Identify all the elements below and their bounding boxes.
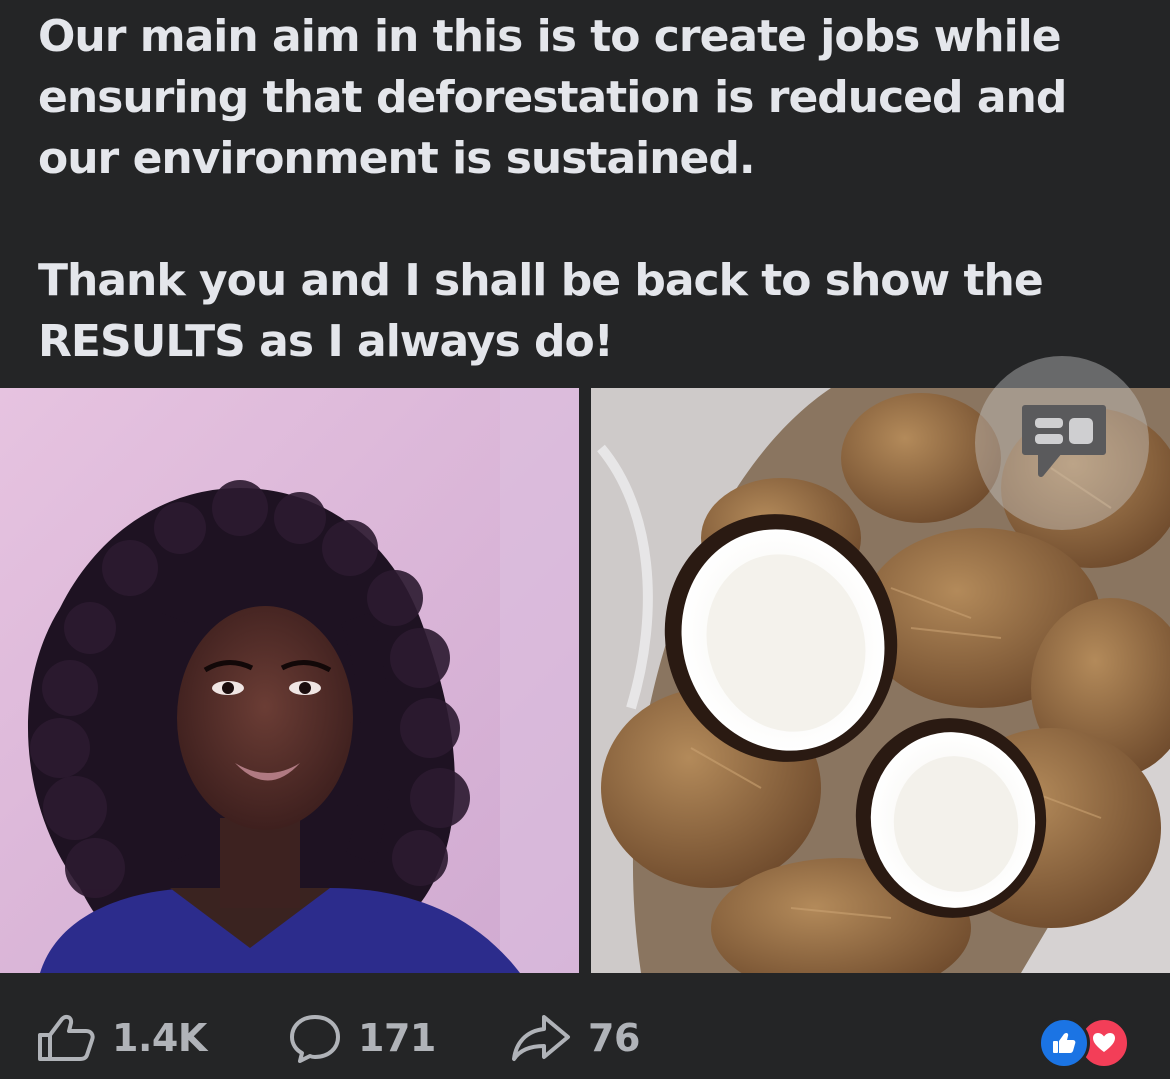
- comment-icon: [290, 1015, 340, 1063]
- like-button[interactable]: 1.4K: [36, 1013, 207, 1063]
- post-actions-bar: 1.4K 171 76: [0, 985, 1170, 1079]
- share-icon: [512, 1015, 570, 1061]
- post-paragraph-1: Our main aim in this is to create jobs w…: [38, 11, 1067, 184]
- post-text: Our main aim in this is to create jobs w…: [38, 6, 1138, 372]
- chat-bubble-button[interactable]: [975, 356, 1149, 530]
- portrait-image: [0, 388, 579, 973]
- share-button[interactable]: 76: [510, 1013, 640, 1063]
- thumbs-up-icon: [38, 1014, 95, 1061]
- like-reaction-icon: [1038, 1017, 1090, 1069]
- chat-bubble-icon: [1022, 405, 1106, 477]
- reaction-summary[interactable]: [1038, 1017, 1138, 1069]
- photo-portrait[interactable]: [0, 388, 579, 973]
- comment-button[interactable]: 171: [288, 1013, 436, 1063]
- comment-count: 171: [358, 1016, 436, 1060]
- like-count: 1.4K: [112, 1016, 207, 1060]
- post-paragraph-2: Thank you and I shall be back to show th…: [38, 255, 1044, 367]
- share-count: 76: [588, 1016, 640, 1060]
